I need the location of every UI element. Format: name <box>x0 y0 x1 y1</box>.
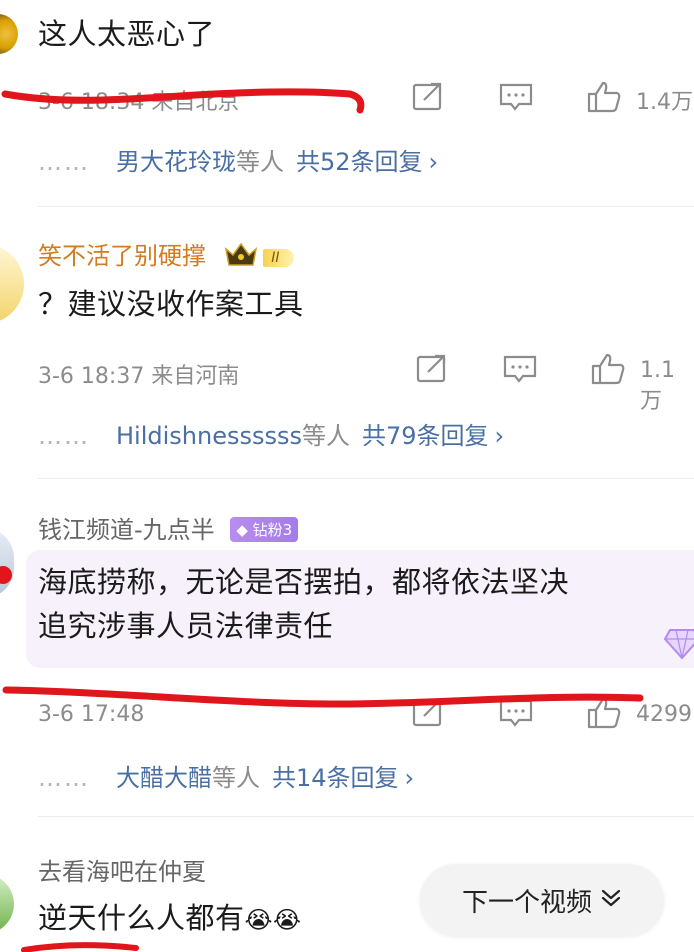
comment-2: 笑不活了别硬撑 II ？建议没收作案工具 3-6 18:37 来自河南 1.1万… <box>0 206 694 478</box>
comment-3: 钱江频道-九点半 ◆ 钻粉3 海底捞称，无论是否摆拍，都将依法坚决 追究涉事人员… <box>0 478 694 814</box>
comment-content-line-1: 海底捞称，无论是否摆拍，都将依法坚决 <box>38 565 570 599</box>
share-icon <box>416 354 446 383</box>
share-button[interactable] <box>410 696 446 730</box>
like-icon <box>587 81 621 113</box>
reply-summary-link[interactable]: …… 大醋大醋等人 共14条回复 › <box>38 758 414 793</box>
dots-icon: …… <box>38 422 90 450</box>
like-icon <box>591 353 625 385</box>
comment-content: ？建议没收作案工具 <box>38 287 304 321</box>
next-video-label: 下一个视频 <box>461 887 592 918</box>
comment-icon <box>503 355 537 383</box>
chevron-right-icon: › <box>404 764 415 792</box>
share-icon <box>412 698 442 727</box>
reply-suffix: 等人 <box>212 764 260 792</box>
like-count: 1.4万 <box>636 90 693 115</box>
like-count: 1.1万 <box>640 358 675 414</box>
reply-total: 共52条回复 <box>296 148 423 176</box>
reply-suffix: 等人 <box>236 148 284 176</box>
like-button[interactable] <box>586 80 622 114</box>
dots-icon: …… <box>38 764 90 792</box>
next-video-button[interactable]: 下一个视频 <box>420 864 664 936</box>
comment-icon <box>499 699 533 727</box>
reply-users: 男大花玲珑 <box>116 148 236 176</box>
reply-users: Hildishnessssss <box>116 422 302 450</box>
share-button[interactable] <box>414 352 450 386</box>
username-text: 钱江频道-九点半 <box>38 516 215 544</box>
diamond-fan-badge: ◆ 钻粉3 <box>230 517 299 542</box>
share-button[interactable] <box>410 80 446 114</box>
avatar[interactable] <box>0 528 14 598</box>
chevron-right-icon: › <box>494 422 505 450</box>
like-button[interactable] <box>590 352 626 386</box>
comment-button[interactable] <box>502 352 538 386</box>
username[interactable]: 钱江频道-九点半 ◆ 钻粉3 <box>38 510 299 545</box>
username[interactable]: 去看海吧在仲夏 <box>38 852 206 887</box>
chevron-down-icon <box>600 888 622 913</box>
crying-emoji-icon: 😭😭 <box>244 906 302 934</box>
chevron-right-icon: › <box>428 148 439 176</box>
crown-icon <box>224 241 258 273</box>
reply-summary-link[interactable]: …… Hildishnessssss等人 共79条回复 › <box>38 416 504 451</box>
like-icon <box>587 697 621 729</box>
comment-content-line-2: 追究涉事人员法律责任 <box>38 609 334 643</box>
comment-button[interactable] <box>498 80 534 114</box>
level-badge: II <box>263 249 294 267</box>
like-button[interactable] <box>586 696 622 730</box>
reply-total: 共79条回复 <box>362 422 489 450</box>
comment-meta: 3-6 17:48 <box>38 702 145 727</box>
comment-text: 逆天什么人都有 <box>38 901 245 935</box>
badge-text: 钻粉3 <box>252 521 293 539</box>
red-underline-annotation <box>21 942 139 952</box>
diamond-icon: ◆ <box>236 521 248 539</box>
reply-suffix: 等人 <box>302 422 350 450</box>
comment-content: 逆天什么人都有😭😭 <box>38 898 302 940</box>
share-icon <box>412 82 442 111</box>
comment-meta: 3-6 18:34 来自北京 <box>38 90 240 115</box>
reply-total: 共14条回复 <box>272 764 399 792</box>
username-text: 笑不活了别硬撑 <box>38 242 206 270</box>
avatar[interactable] <box>0 244 24 324</box>
comment-content: 这人太恶心了 <box>38 17 216 51</box>
diamond-icon <box>663 626 694 664</box>
comment-icon <box>499 83 533 111</box>
dots-icon: …… <box>38 148 90 176</box>
reply-summary-link[interactable]: …… 男大花玲珑等人 共52条回复 › <box>38 142 438 177</box>
comment-1: 这人太恶心了 3-6 18:34 来自北京 1.4万 …… 男大花玲珑等人 共52条… <box>0 0 694 205</box>
avatar[interactable] <box>0 874 14 934</box>
comment-button[interactable] <box>498 696 534 730</box>
username[interactable]: 笑不活了别硬撑 II <box>38 236 294 273</box>
reply-users: 大醋大醋 <box>116 764 212 792</box>
like-count: 4299 <box>636 702 692 727</box>
comment-meta: 3-6 18:37 来自河南 <box>38 364 240 389</box>
avatar[interactable] <box>0 14 18 54</box>
